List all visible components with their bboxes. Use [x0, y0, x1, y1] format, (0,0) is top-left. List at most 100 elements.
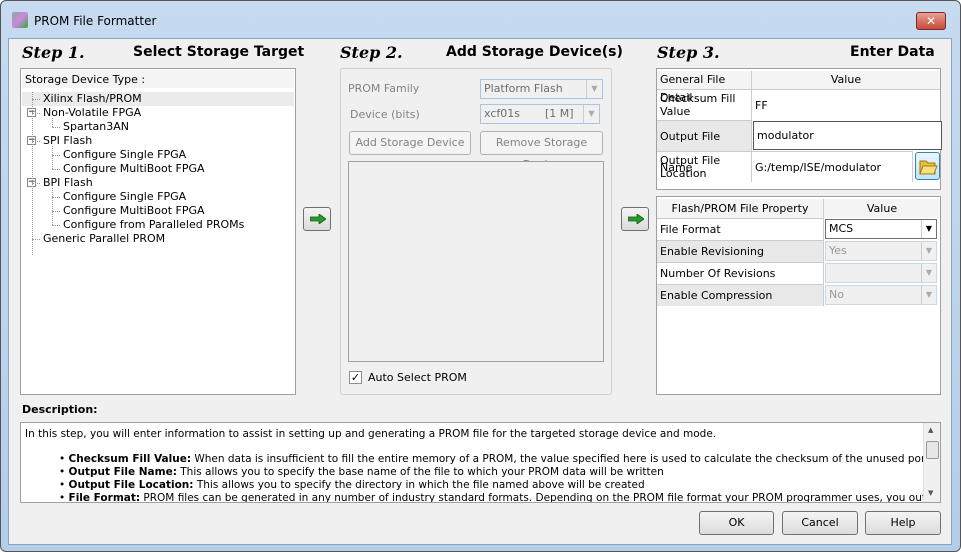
device-select[interactable]: xcf01s [1 M] ▼	[480, 104, 600, 124]
bullet-text: This allows you to specify the directory…	[193, 479, 645, 491]
bullet-term: File Format:	[68, 492, 141, 503]
tree-item[interactable]: Configure from Paralleled PROMs	[63, 218, 244, 232]
property-value: No	[829, 288, 844, 301]
step3-title: Enter Data	[850, 44, 935, 60]
chevron-down-icon: ▼	[583, 105, 599, 123]
property-select[interactable]: No ▼	[825, 285, 937, 305]
prom-family-label: PROM Family	[348, 82, 420, 95]
tree-item[interactable]: Generic Parallel PROM	[43, 232, 165, 246]
tree-connector	[32, 99, 40, 100]
scroll-thumb[interactable]	[926, 441, 939, 459]
cancel-button[interactable]: Cancel	[782, 511, 858, 535]
property-select[interactable]: ▼	[825, 263, 937, 283]
output-name-label: Output File Name	[657, 120, 752, 174]
tree-item[interactable]: Configure Single FPGA	[63, 190, 186, 204]
property-label: File Format	[657, 218, 824, 240]
general-header-col1: General File Detail	[657, 71, 752, 104]
tree-connector	[32, 92, 33, 255]
description-bullet: • Checksum Fill Value: When data is insu…	[59, 453, 941, 465]
description-intro: In this step, you will enter information…	[25, 428, 717, 440]
step2-title: Add Storage Device(s)	[446, 44, 623, 60]
tree-header: Storage Device Type :	[22, 70, 294, 88]
next-step-button-2[interactable]	[621, 207, 649, 231]
add-storage-device-button[interactable]: Add Storage Device	[349, 131, 471, 155]
help-button[interactable]: Help	[865, 511, 941, 535]
output-name-input[interactable]: modulator	[753, 121, 942, 150]
output-location-input[interactable]: G:/temp/ISE/modulator	[752, 151, 913, 182]
checksum-value[interactable]: FF	[752, 89, 940, 120]
description-label: Description:	[22, 403, 98, 416]
tree-connector	[52, 155, 60, 156]
tree-item[interactable]: SPI Flash	[43, 134, 92, 148]
tree-item[interactable]: Configure Single FPGA	[63, 148, 186, 162]
step2-label: Step 2.	[340, 43, 403, 62]
folder-icon	[919, 160, 938, 175]
chevron-down-icon: ▼	[921, 286, 936, 304]
description-bullet: • Output File Name: This allows you to s…	[59, 466, 664, 478]
ok-button[interactable]: OK	[699, 511, 774, 535]
tree-item[interactable]: Configure MultiBoot FPGA	[63, 162, 205, 176]
green-right-arrow-icon	[309, 213, 327, 225]
tree-item[interactable]: Xilinx Flash/PROM	[43, 92, 142, 106]
bullet-term: Output File Name:	[68, 466, 177, 478]
bullet-text: When data is insufficient to fill the en…	[191, 453, 941, 465]
auto-select-label: Auto Select PROM	[368, 371, 467, 384]
description-bullet: • Output File Location: This allows you …	[59, 479, 645, 491]
bullet-text: This allows you to specify the base name…	[176, 466, 664, 478]
bullet-term: Checksum Fill Value:	[68, 453, 192, 465]
close-button[interactable]: ✕	[916, 12, 946, 30]
property-header-col1: Flash/PROM File Property	[657, 199, 824, 218]
scroll-down-icon[interactable]: ▼	[928, 489, 933, 497]
tree-connector	[52, 188, 53, 225]
device-value: xcf01s	[484, 107, 520, 120]
chevron-down-icon: ▼	[921, 220, 936, 238]
remove-storage-device-button[interactable]: Remove Storage Device	[480, 131, 603, 171]
checksum-label: Checksum Fill Value	[657, 89, 752, 120]
prom-family-value: Platform Flash	[484, 82, 563, 95]
tree-connector	[52, 127, 60, 128]
property-label: Number Of Revisions	[657, 262, 824, 284]
next-step-button[interactable]	[303, 207, 331, 231]
property-header-col2: Value	[824, 199, 940, 218]
tree-connector	[52, 169, 60, 170]
property-label: Enable Revisioning	[657, 240, 824, 262]
tree-connector	[52, 225, 60, 226]
description-scrollbar[interactable]: ▲ ▼	[923, 423, 940, 502]
tree-connector	[32, 141, 40, 142]
tree-connector	[52, 211, 60, 212]
bullet-text: PROM files can be generated in any numbe…	[140, 492, 941, 503]
tree-connector	[32, 239, 40, 240]
property-value: Yes	[829, 244, 847, 257]
tree-item[interactable]: Configure MultiBoot FPGA	[63, 204, 205, 218]
device-size: [1 M]	[545, 107, 574, 120]
tree-connector	[32, 113, 40, 114]
property-select[interactable]: MCS ▼	[825, 219, 937, 239]
tree-item[interactable]: BPI Flash	[43, 176, 93, 190]
chevron-down-icon: ▼	[921, 242, 936, 260]
tree-connector	[52, 146, 53, 169]
tree-connector	[52, 197, 60, 198]
browse-button[interactable]	[915, 152, 940, 180]
device-label: Device (bits)	[350, 108, 420, 121]
step3-label: Step 3.	[657, 43, 720, 62]
chevron-down-icon: ▼	[921, 264, 936, 282]
description-textbox[interactable]: In this step, you will enter information…	[20, 422, 941, 503]
tree-item[interactable]: Non-Volatile FPGA	[43, 106, 141, 120]
scroll-up-icon[interactable]: ▲	[928, 426, 933, 434]
tree-connector	[32, 183, 40, 184]
property-value: MCS	[829, 222, 854, 235]
storage-device-list[interactable]	[348, 161, 604, 362]
prom-family-select[interactable]: Platform Flash ▼	[480, 79, 603, 99]
window-title: PROM File Formatter	[34, 14, 157, 28]
green-right-arrow-icon	[627, 213, 645, 225]
general-file-table: General File Detail Value Checksum Fill …	[656, 68, 942, 190]
storage-tree[interactable]: Storage Device Type : Xilinx Flash/PROM −…	[20, 68, 296, 395]
description-bullet: • File Format: PROM files can be generat…	[59, 492, 941, 503]
auto-select-checkbox[interactable]: ✓	[349, 371, 362, 384]
step1-label: Step 1.	[22, 43, 85, 62]
property-select[interactable]: Yes ▼	[825, 241, 937, 261]
tree-item[interactable]: Spartan3AN	[63, 120, 129, 134]
bullet-term: Output File Location:	[68, 479, 194, 491]
step1-title: Select Storage Target	[133, 44, 305, 60]
file-property-table: Flash/PROM File Property Value File Form…	[656, 196, 941, 395]
